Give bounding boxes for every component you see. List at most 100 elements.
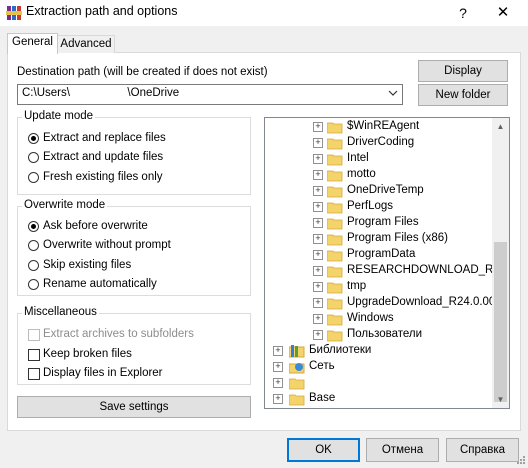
expand-icon[interactable]: + [313,202,323,212]
expand-icon[interactable]: + [273,362,283,372]
network-icon [288,361,305,374]
size-grip-icon[interactable] [516,455,526,465]
tree-item-label: Сеть [309,360,335,372]
expand-icon[interactable]: + [313,282,323,292]
folder-icon [326,233,343,246]
new-folder-button[interactable]: New folder [418,84,508,106]
radio-button[interactable] [28,172,39,183]
folder-icon [326,265,343,278]
tree-item-label: Intel [347,152,369,164]
tree-item[interactable]: + Intel [265,151,491,167]
overwrite-mode-title: Overwrite mode [22,199,108,211]
checkbox[interactable] [28,349,40,361]
expand-icon[interactable]: + [313,234,323,244]
expand-icon[interactable]: + [273,346,283,356]
folder-icon [326,249,343,262]
display-button[interactable]: Display [418,60,508,82]
option-label: Extract and update files [43,151,164,163]
scroll-up-arrow-icon[interactable]: ▲ [492,118,509,135]
option-label: Rename automatically [43,278,157,290]
tree-item[interactable]: + Windows [265,311,491,327]
tree-item[interactable]: + Base [265,391,491,407]
tree-item-label: Base [309,392,336,404]
checkbox[interactable] [28,368,40,380]
radio-button[interactable] [28,260,39,271]
tree-item[interactable]: + RESEARCHDOWNLOAD_R19.0 [265,263,509,279]
tree-item[interactable]: + PerfLogs [265,199,491,215]
radio-button[interactable] [28,221,39,232]
destination-path-combobox[interactable]: C:\Users\ \OneDrive [17,84,403,105]
expand-icon[interactable]: + [313,122,323,132]
tree-item-label: DriverCoding [347,136,415,148]
tree-scrollbar[interactable]: ▲ ▼ [492,118,509,408]
save-settings-button[interactable]: Save settings [17,396,251,418]
tree-item[interactable]: + DriverCoding [265,135,491,151]
expand-icon[interactable]: + [313,314,323,324]
folder-icon [326,217,343,230]
expand-icon[interactable]: + [273,378,283,388]
tree-item-label: OneDriveTemp [347,184,424,196]
tree-item[interactable]: + Program Files (x86) [265,231,491,247]
ok-button[interactable]: OK [287,438,360,462]
expand-icon[interactable]: + [313,218,323,228]
folder-icon [326,329,343,342]
cancel-button[interactable]: Отмена [366,438,439,462]
tree-item[interactable]: + ProgramData [265,247,491,263]
help-button[interactable]: Справка [446,438,519,462]
tree-item[interactable]: + $WinREAgent [265,119,491,135]
tree-item-label: Program Files (x86) [347,232,448,244]
option-label: Overwrite without prompt [43,239,171,251]
expand-icon[interactable]: + [313,250,323,260]
tree-item[interactable]: + Библиотеки [265,343,491,359]
tree-item-label: Пользователи [347,328,423,340]
expand-icon[interactable]: + [313,154,323,164]
radio-button[interactable] [28,279,39,290]
tree-item-label: tmp [347,280,367,292]
window-title: Extraction path and options [26,4,178,18]
folder-icon [326,137,343,150]
option-label: Fresh existing files only [43,171,163,183]
destination-path-value[interactable]: C:\Users\ \OneDrive [22,87,179,99]
update-mode-title: Update mode [22,110,96,122]
tree-item-label: PerfLogs [347,200,394,212]
tree-item-label: Windows [347,312,394,324]
expand-icon[interactable]: + [273,394,283,404]
scroll-down-arrow-icon[interactable]: ▼ [492,391,509,408]
tree-item[interactable]: + OneDriveTemp [265,183,491,199]
tree-item[interactable]: + tmp [265,279,491,295]
expand-icon[interactable]: + [313,266,323,276]
scroll-thumb[interactable] [494,242,507,402]
expand-icon[interactable]: + [313,138,323,148]
tab-general[interactable]: General [7,33,58,54]
radio-button[interactable] [28,133,39,144]
expand-icon[interactable]: + [313,170,323,180]
tree-item[interactable]: + Program Files [265,215,491,231]
option-label: Skip existing files [43,259,132,271]
radio-button[interactable] [28,240,39,251]
folder-icon [326,313,343,326]
option-label: Keep broken files [43,348,132,360]
tree-item[interactable]: + motto [265,167,491,183]
tree-item[interactable]: + UpgradeDownload_R24.0.000 [265,295,502,311]
radio-button[interactable] [28,152,39,163]
checkbox [28,329,40,341]
expand-icon[interactable]: + [313,298,323,308]
option-label: Display files in Explorer [43,367,163,379]
close-button[interactable]: ✕ [488,2,518,24]
folder-icon [288,377,305,390]
tree-item[interactable]: + Сеть [265,359,491,375]
folder-tree[interactable]: + $WinREAgent + DriverCoding + Intel + motto + On… [264,117,510,409]
expand-icon[interactable]: + [313,186,323,196]
folder-icon [326,297,343,310]
help-button[interactable]: ? [448,2,478,24]
folder-icon [326,169,343,182]
chevron-down-icon[interactable] [388,87,398,99]
option-label: Extract and replace files [43,132,166,144]
folder-icon [326,153,343,166]
tree-item[interactable]: + Пользователи [265,327,491,343]
expand-icon[interactable]: + [313,330,323,340]
tree-item[interactable]: + [265,375,491,391]
tree-item-label: $WinREAgent [347,120,420,132]
tree-item-label: Библиотеки [309,344,372,356]
tab-advanced[interactable]: Advanced [57,35,115,53]
